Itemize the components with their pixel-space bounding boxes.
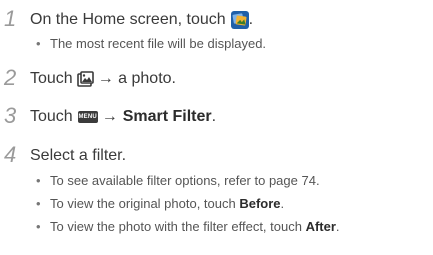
bullet-dot: • <box>36 36 41 51</box>
step-4-instruction: Select a filter. <box>30 146 126 166</box>
photo-icon <box>76 70 94 88</box>
arrow: → <box>101 108 118 125</box>
list-item: • To see available filter options, refer … <box>36 172 320 189</box>
step-3-text: Touch <box>30 108 73 125</box>
step-3-period: . <box>211 108 217 125</box>
bullet-dot: • <box>36 173 41 188</box>
gallery-icon <box>230 11 249 29</box>
list-item: • The most recent file will be displayed. <box>36 35 266 52</box>
list-item: • To view the original photo, touch Befor… <box>36 195 284 212</box>
bullet-text: To view the original photo, touch <box>50 196 240 211</box>
step-number: 3 <box>4 103 17 128</box>
bullet-text: To view the photo with the filter effect… <box>50 219 306 234</box>
before-label: Before <box>239 196 281 211</box>
menu-icon: MENU <box>77 111 98 123</box>
list-item: • To view the photo with the filter effec… <box>36 218 340 235</box>
after-label: After <box>305 219 336 234</box>
step-number: 1 <box>4 6 17 31</box>
step-3-instruction: Touch MENU → Smart Filter . <box>30 107 216 127</box>
step-number: 4 <box>4 142 17 167</box>
smart-filter-label: Smart Filter <box>122 108 212 125</box>
bullet-period: . <box>335 219 340 234</box>
step-2-rest: → a photo. <box>97 70 176 87</box>
step-1-period: . <box>248 11 254 28</box>
step-2-text: Touch <box>30 70 73 87</box>
step-number: 2 <box>4 65 17 90</box>
bullet-dot: • <box>36 219 41 234</box>
step-4-text: Select a filter. <box>30 147 127 164</box>
bullet-dot: • <box>36 196 41 211</box>
bullet-period: . <box>280 196 285 211</box>
step-1-instruction: On the Home screen, touch . <box>30 10 253 30</box>
step-1-text: On the Home screen, touch <box>30 11 226 28</box>
bullet-text: To see available filter options, refer t… <box>50 173 320 188</box>
bullet-text: The most recent file will be displayed. <box>50 36 267 51</box>
step-2-instruction: Touch → a photo. <box>30 69 176 89</box>
